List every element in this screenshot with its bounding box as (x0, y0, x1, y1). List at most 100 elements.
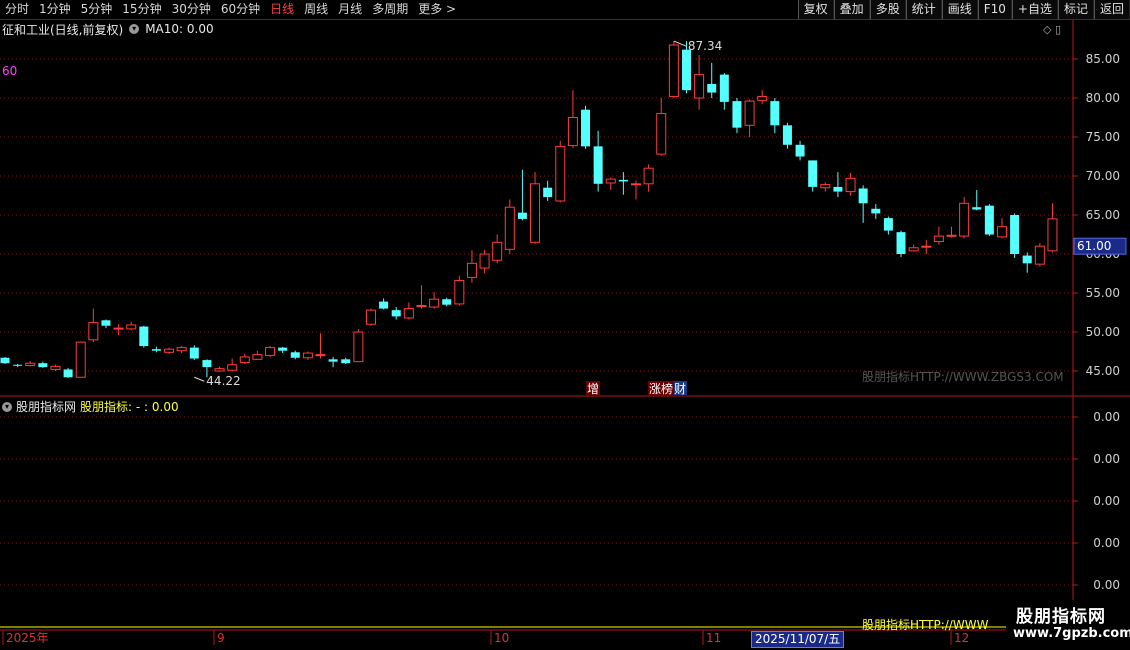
candle-body (631, 183, 641, 186)
price-tick-label: 80.00 (1086, 91, 1120, 105)
candle-body (353, 331, 364, 363)
period-tab-7[interactable]: 周线 (299, 0, 333, 19)
toolbar-button-2[interactable]: 多股 (869, 0, 906, 19)
candle-body (668, 44, 679, 97)
tag-cai: 财 (674, 382, 686, 396)
brand-title: 股朋指标网 (1016, 607, 1106, 627)
candle-body (1047, 218, 1058, 252)
candle-body (719, 74, 729, 102)
high-label: 87.34 (688, 39, 722, 53)
period-tab-6[interactable]: 日线 (265, 0, 299, 19)
indicator-settings-icon[interactable]: ▾ (2, 401, 12, 412)
candle-body (820, 184, 831, 189)
period-tab-0[interactable]: 分时 (0, 0, 34, 19)
candle-body (707, 83, 717, 93)
candle-body (1010, 215, 1020, 254)
candles (0, 41, 1058, 379)
diamond-icon[interactable]: ◇ (1043, 23, 1051, 36)
candle-body (996, 226, 1007, 238)
candle-body (38, 363, 48, 368)
candle-body (379, 301, 389, 309)
toolbar-button-7[interactable]: 标记 (1057, 0, 1094, 19)
candle-body (543, 187, 553, 198)
indicator-tick-label: 0.00 (1093, 410, 1120, 424)
candle-body (567, 117, 578, 147)
time-axis-label: 2025年 (6, 631, 49, 645)
candle-body (50, 365, 61, 370)
indicator-label: 股朋指标: - : 0.00 (80, 400, 179, 414)
window-icon[interactable]: ▯ (1055, 23, 1061, 36)
candle-body (113, 327, 124, 330)
period-tab-3[interactable]: 15分钟 (117, 0, 166, 19)
candle-body (466, 262, 477, 278)
chart-corner-icons[interactable]: ◇ ▯ (1043, 23, 1061, 36)
candle-body (391, 310, 401, 317)
candle-body (63, 369, 73, 378)
candle-body (189, 347, 199, 359)
candle-body (959, 202, 970, 237)
candle-body (908, 247, 919, 252)
candle-body (581, 109, 591, 147)
candle-body (492, 241, 503, 261)
period-toolbar: 分时 1分钟 5分钟 15分钟 30分钟 60分钟 日线 周线 月线 多周期 更多 > 复权 叠加 多股… (0, 0, 1130, 20)
period-tab-4[interactable]: 30分钟 (167, 0, 216, 19)
period-tab-5[interactable]: 60分钟 (216, 0, 265, 19)
period-tab-10[interactable]: 更多 > (413, 0, 461, 19)
candle-body (530, 183, 541, 243)
high-pointer (673, 40, 687, 47)
stock-title[interactable]: 征和工业(日线,前复权) (2, 21, 123, 38)
candle-body (744, 100, 755, 126)
period-tab-8[interactable]: 月线 (333, 0, 367, 19)
candle-body (429, 298, 440, 308)
toolbar-button-1[interactable]: 叠加 (833, 0, 870, 19)
indicator-tick-label: 0.00 (1093, 452, 1120, 466)
candle-body (101, 320, 111, 326)
candle-body (770, 101, 780, 126)
period-marker: 60 (2, 64, 18, 78)
toolbar-button-5[interactable]: F10 (977, 0, 1012, 19)
candle-body (302, 352, 313, 359)
candle-body (504, 206, 515, 250)
indicator-tick-label: 0.00 (1093, 578, 1120, 592)
price-tick-label: 55.00 (1086, 286, 1120, 300)
toolbar-button-0[interactable]: 复权 (797, 0, 834, 19)
candle-body (732, 101, 742, 128)
price-tick-label: 85.00 (1086, 52, 1120, 66)
price-tick-label: 60.00 (1086, 247, 1120, 261)
candle-body (757, 95, 768, 101)
candle-body (214, 368, 225, 372)
candlestick-chart[interactable]: 85.00 80.00 75.00 70.00 65.00 60.00 55.00 50.00… (0, 0, 1130, 650)
candle-body (252, 354, 263, 360)
settings-circle-icon[interactable]: ▾ (129, 24, 140, 34)
period-tab-1[interactable]: 1分钟 (34, 0, 76, 19)
candle-body (341, 359, 351, 364)
price-tick-label: 65.00 (1086, 208, 1120, 222)
candle-body (442, 299, 452, 305)
current-price-box (1073, 237, 1127, 255)
candle-body (315, 354, 326, 357)
toolbar-button-6[interactable]: +自选 (1011, 0, 1058, 19)
period-tab-9[interactable]: 多周期 (367, 0, 413, 19)
candle-body (479, 253, 490, 269)
candle-body (365, 309, 376, 325)
candle-body (126, 324, 137, 330)
candle-body (1022, 255, 1032, 264)
current-price-label: 61.00 (1077, 239, 1111, 253)
indicator-name[interactable]: 股朋指标网 (16, 398, 76, 415)
indicator-tick-label: 0.00 (1093, 536, 1120, 550)
toolbar-button-4[interactable]: 画线 (941, 0, 978, 19)
toolbar-button-8[interactable]: 返回 (1093, 0, 1130, 19)
candle-body (416, 304, 427, 307)
period-tabs: 分时 1分钟 5分钟 15分钟 30分钟 60分钟 日线 周线 月线 多周期 更多 > (0, 0, 461, 19)
candle-body (0, 357, 10, 364)
period-tab-2[interactable]: 5分钟 (76, 0, 118, 19)
toolbar-button-3[interactable]: 统计 (905, 0, 942, 19)
bottom-link-text: 股朋指标HTTP://WWW (862, 618, 989, 632)
candle-body (681, 49, 691, 91)
tag-zeng-bg (586, 381, 600, 395)
brand-url: www.7gpzb.com (1013, 626, 1130, 641)
candle-body (605, 178, 616, 184)
candle-body (782, 125, 792, 145)
candle-body (454, 280, 465, 305)
candle-body (202, 360, 212, 368)
